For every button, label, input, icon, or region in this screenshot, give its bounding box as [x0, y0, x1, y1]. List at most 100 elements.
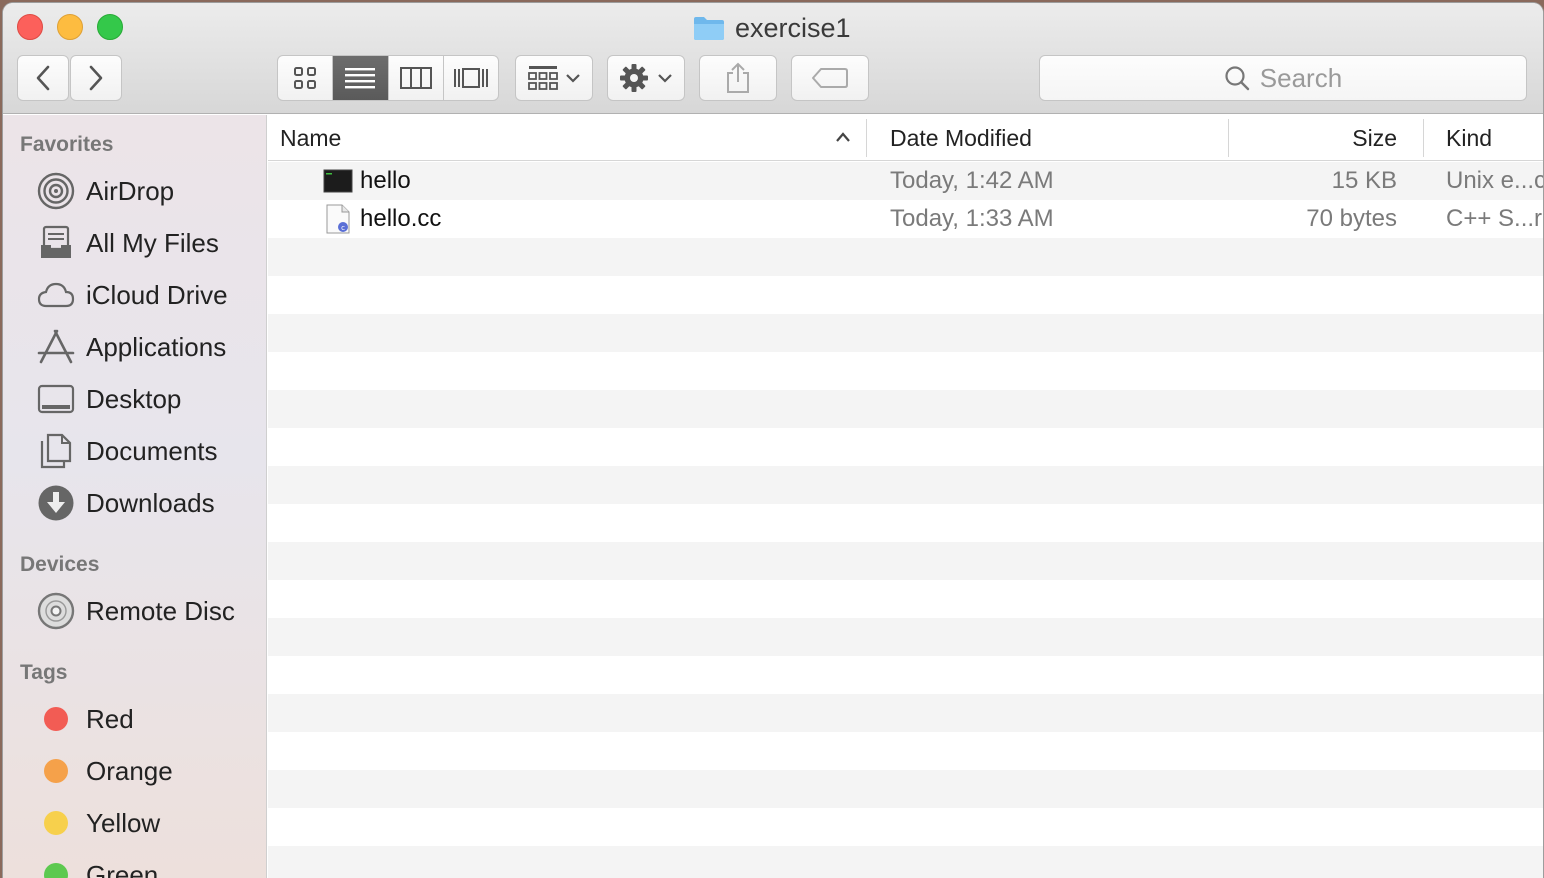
column-header-date-label: Date Modified	[890, 124, 1032, 151]
file-name: hello.cc	[360, 205, 442, 232]
file-date-modified: Today, 1:42 AM	[890, 167, 1054, 194]
sidebar-item-label: AirDrop	[86, 175, 175, 206]
sidebar-item-remote-disc[interactable]: Remote Disc	[3, 586, 266, 636]
window-title-text: exercise1	[735, 12, 851, 43]
file-size: 70 bytes	[1306, 205, 1397, 232]
sidebar-item-label: Remote Disc	[86, 595, 235, 626]
sidebar-item-label: Documents	[86, 435, 218, 466]
file-row[interactable]: c hello.cc Today, 1:33 AM 70 bytes C++ S…	[268, 200, 1543, 238]
sidebar-item-label: Red	[86, 703, 134, 734]
minimize-button[interactable]	[57, 14, 83, 40]
column-divider[interactable]	[866, 119, 867, 157]
empty-row	[268, 846, 1543, 878]
sidebar-item-label: Orange	[86, 755, 173, 786]
column-view-button[interactable]	[389, 56, 444, 100]
file-kind: Unix e...c	[1446, 167, 1543, 194]
view-mode-control	[277, 55, 499, 101]
sidebar-item-tag-green[interactable]: Green	[3, 850, 266, 878]
action-button[interactable]	[607, 55, 685, 101]
tag-color-dot-icon	[36, 751, 76, 791]
sidebar-item-desktop[interactable]: Desktop	[3, 374, 266, 424]
close-button[interactable]	[17, 14, 43, 40]
empty-row	[268, 542, 1543, 580]
sidebar-header-favorites: Favorites	[20, 133, 114, 156]
icon-view-button[interactable]	[278, 56, 334, 100]
empty-row	[268, 694, 1543, 732]
sidebar-item-documents[interactable]: Documents	[3, 426, 266, 476]
edit-tags-button[interactable]	[791, 55, 869, 101]
desktop-icon	[36, 379, 76, 419]
file-rows: hello Today, 1:42 AM 15 KB Unix e...c c …	[268, 162, 1543, 878]
sidebar-item-applications[interactable]: Applications	[3, 322, 266, 372]
empty-row	[268, 732, 1543, 770]
column-view-icon	[399, 67, 432, 89]
empty-row	[268, 466, 1543, 504]
icon-view-icon	[294, 67, 317, 89]
column-header-kind[interactable]: Kind	[1446, 115, 1492, 161]
column-header-name-label: Name	[280, 124, 342, 151]
column-divider[interactable]	[1228, 119, 1229, 157]
cpp-source-icon: c	[326, 204, 350, 234]
empty-row	[268, 238, 1543, 276]
toolbar: exercise1 Search	[3, 3, 1543, 114]
sidebar-item-label: iCloud Drive	[86, 279, 228, 310]
tag-color-dot-icon	[36, 855, 76, 878]
gear-icon	[620, 64, 648, 92]
chevron-right-icon	[89, 65, 103, 91]
empty-row	[268, 656, 1543, 694]
empty-row	[268, 618, 1543, 656]
empty-row	[268, 428, 1543, 466]
file-date-modified: Today, 1:33 AM	[890, 205, 1054, 232]
empty-row	[268, 580, 1543, 618]
chevron-down-icon	[566, 74, 580, 83]
svg-text:c: c	[341, 224, 345, 232]
chevron-down-icon	[658, 74, 672, 83]
sidebar-item-tag-yellow[interactable]: Yellow	[3, 798, 266, 848]
documents-icon	[36, 431, 76, 471]
tag-icon	[812, 68, 848, 88]
empty-row	[268, 314, 1543, 352]
file-kind: C++ S...r	[1446, 205, 1543, 232]
empty-row	[268, 390, 1543, 428]
sidebar-header-devices: Devices	[20, 553, 100, 576]
back-button[interactable]	[17, 55, 69, 101]
sidebar-item-all-my-files[interactable]: All My Files	[3, 218, 266, 268]
sidebar-item-label: Green	[86, 859, 159, 878]
file-list: Name Date Modified Size Kind hello Today…	[268, 115, 1543, 878]
cover-flow-button[interactable]	[444, 56, 498, 100]
sidebar-item-label: All My Files	[86, 227, 219, 258]
sidebar-item-label: Desktop	[86, 383, 182, 414]
share-icon	[727, 62, 749, 93]
finder-window: exercise1 Search Favorites AirDrop All M…	[3, 3, 1543, 878]
sidebar-item-airdrop[interactable]: AirDrop	[3, 166, 266, 216]
sidebar-item-downloads[interactable]: Downloads	[3, 478, 266, 528]
file-name: hello	[360, 167, 411, 194]
sidebar-item-tag-orange[interactable]: Orange	[3, 746, 266, 796]
tag-color-dot-icon	[36, 803, 76, 843]
sidebar-item-tag-red[interactable]: Red	[3, 694, 266, 744]
sidebar-header-tags: Tags	[20, 661, 68, 684]
column-header-size-label: Size	[1352, 124, 1397, 151]
arrange-button[interactable]	[515, 55, 593, 101]
forward-button[interactable]	[70, 55, 122, 101]
empty-row	[268, 770, 1543, 808]
zoom-button[interactable]	[97, 14, 123, 40]
file-row[interactable]: hello Today, 1:42 AM 15 KB Unix e...c	[268, 162, 1543, 200]
column-header-name[interactable]: Name	[280, 115, 341, 161]
airdrop-icon	[36, 171, 76, 211]
search-field[interactable]: Search	[1039, 55, 1527, 101]
list-view-button[interactable]	[333, 56, 389, 100]
sidebar-item-icloud-drive[interactable]: iCloud Drive	[3, 270, 266, 320]
arrange-icon	[528, 66, 558, 90]
sidebar-item-label: Downloads	[86, 487, 215, 518]
column-divider[interactable]	[1423, 119, 1424, 157]
sidebar-item-label: Applications	[86, 331, 227, 362]
share-button[interactable]	[699, 55, 777, 101]
chevron-left-icon	[36, 65, 50, 91]
folder-icon	[694, 17, 724, 40]
column-header-date[interactable]: Date Modified	[890, 115, 1032, 161]
downloads-icon	[36, 483, 76, 523]
column-header-size[interactable]: Size	[1352, 115, 1397, 161]
sort-ascending-icon[interactable]	[835, 131, 851, 143]
icloud-icon	[36, 275, 76, 315]
